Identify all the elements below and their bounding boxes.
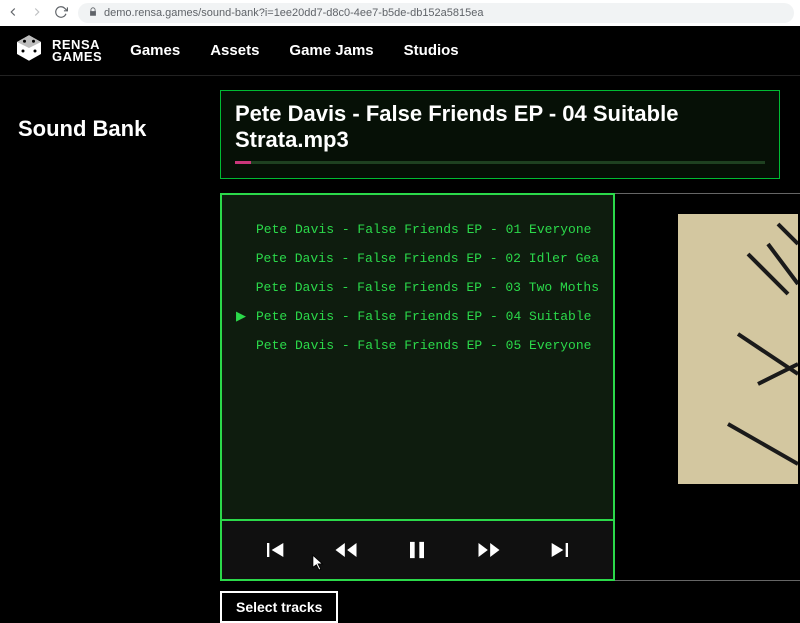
track-row[interactable]: Pete Davis - False Friends EP - 02 Idler…	[236, 244, 599, 273]
album-art-panel	[615, 193, 800, 581]
now-playing-panel: Pete Davis - False Friends EP - 04 Suita…	[220, 90, 780, 179]
track-row[interactable]: Pete Davis - False Friends EP - 05 Every…	[236, 331, 599, 360]
nav-assets[interactable]: Assets	[210, 42, 259, 59]
player-controls	[220, 521, 615, 581]
rewind-icon[interactable]	[326, 530, 366, 570]
page-title: Sound Bank	[18, 116, 220, 142]
brand-text: RENSA GAMES	[52, 39, 102, 63]
forward-icon[interactable]	[30, 5, 44, 22]
url-text: demo.rensa.games/sound-bank?i=1ee20dd7-d…	[104, 7, 484, 19]
track-row[interactable]: ▶ Pete Davis - False Friends EP - 04 Sui…	[236, 302, 599, 331]
track-label: Pete Davis - False Friends EP - 03 Two M…	[256, 280, 599, 295]
skip-prev-icon[interactable]	[254, 530, 294, 570]
skip-next-icon[interactable]	[541, 530, 581, 570]
nav-studios[interactable]: Studios	[404, 42, 459, 59]
track-list: Pete Davis - False Friends EP - 01 Every…	[220, 193, 615, 521]
brand-logo[interactable]: RENSA GAMES	[14, 33, 102, 68]
fast-forward-icon[interactable]	[469, 530, 509, 570]
play-marker-icon: ▶	[236, 309, 246, 324]
track-label: Pete Davis - False Friends EP - 01 Every…	[256, 222, 591, 237]
nav-game-jams[interactable]: Game Jams	[289, 42, 373, 59]
track-label: Pete Davis - False Friends EP - 05 Every…	[256, 338, 591, 353]
select-tracks-button[interactable]: Select tracks	[220, 591, 338, 623]
album-art	[678, 214, 798, 484]
track-label: Pete Davis - False Friends EP - 02 Idler…	[256, 251, 599, 266]
back-icon[interactable]	[6, 5, 20, 22]
progress-bar[interactable]	[235, 161, 765, 164]
reload-icon[interactable]	[54, 5, 68, 22]
track-row[interactable]: Pete Davis - False Friends EP - 01 Every…	[236, 215, 599, 244]
top-nav: RENSA GAMES Games Assets Game Jams Studi…	[0, 26, 800, 76]
browser-address-bar: demo.rensa.games/sound-bank?i=1ee20dd7-d…	[0, 0, 800, 26]
progress-fill	[235, 161, 251, 164]
lock-icon	[88, 7, 98, 20]
nav-games[interactable]: Games	[130, 42, 180, 59]
url-field[interactable]: demo.rensa.games/sound-bank?i=1ee20dd7-d…	[78, 3, 794, 23]
track-row[interactable]: Pete Davis - False Friends EP - 03 Two M…	[236, 273, 599, 302]
track-label: Pete Davis - False Friends EP - 04 Suita…	[256, 309, 591, 324]
pause-icon[interactable]	[397, 530, 437, 570]
logo-cube-icon	[14, 33, 44, 68]
sidebar: Sound Bank	[0, 76, 220, 623]
now-playing-title: Pete Davis - False Friends EP - 04 Suita…	[235, 101, 765, 153]
